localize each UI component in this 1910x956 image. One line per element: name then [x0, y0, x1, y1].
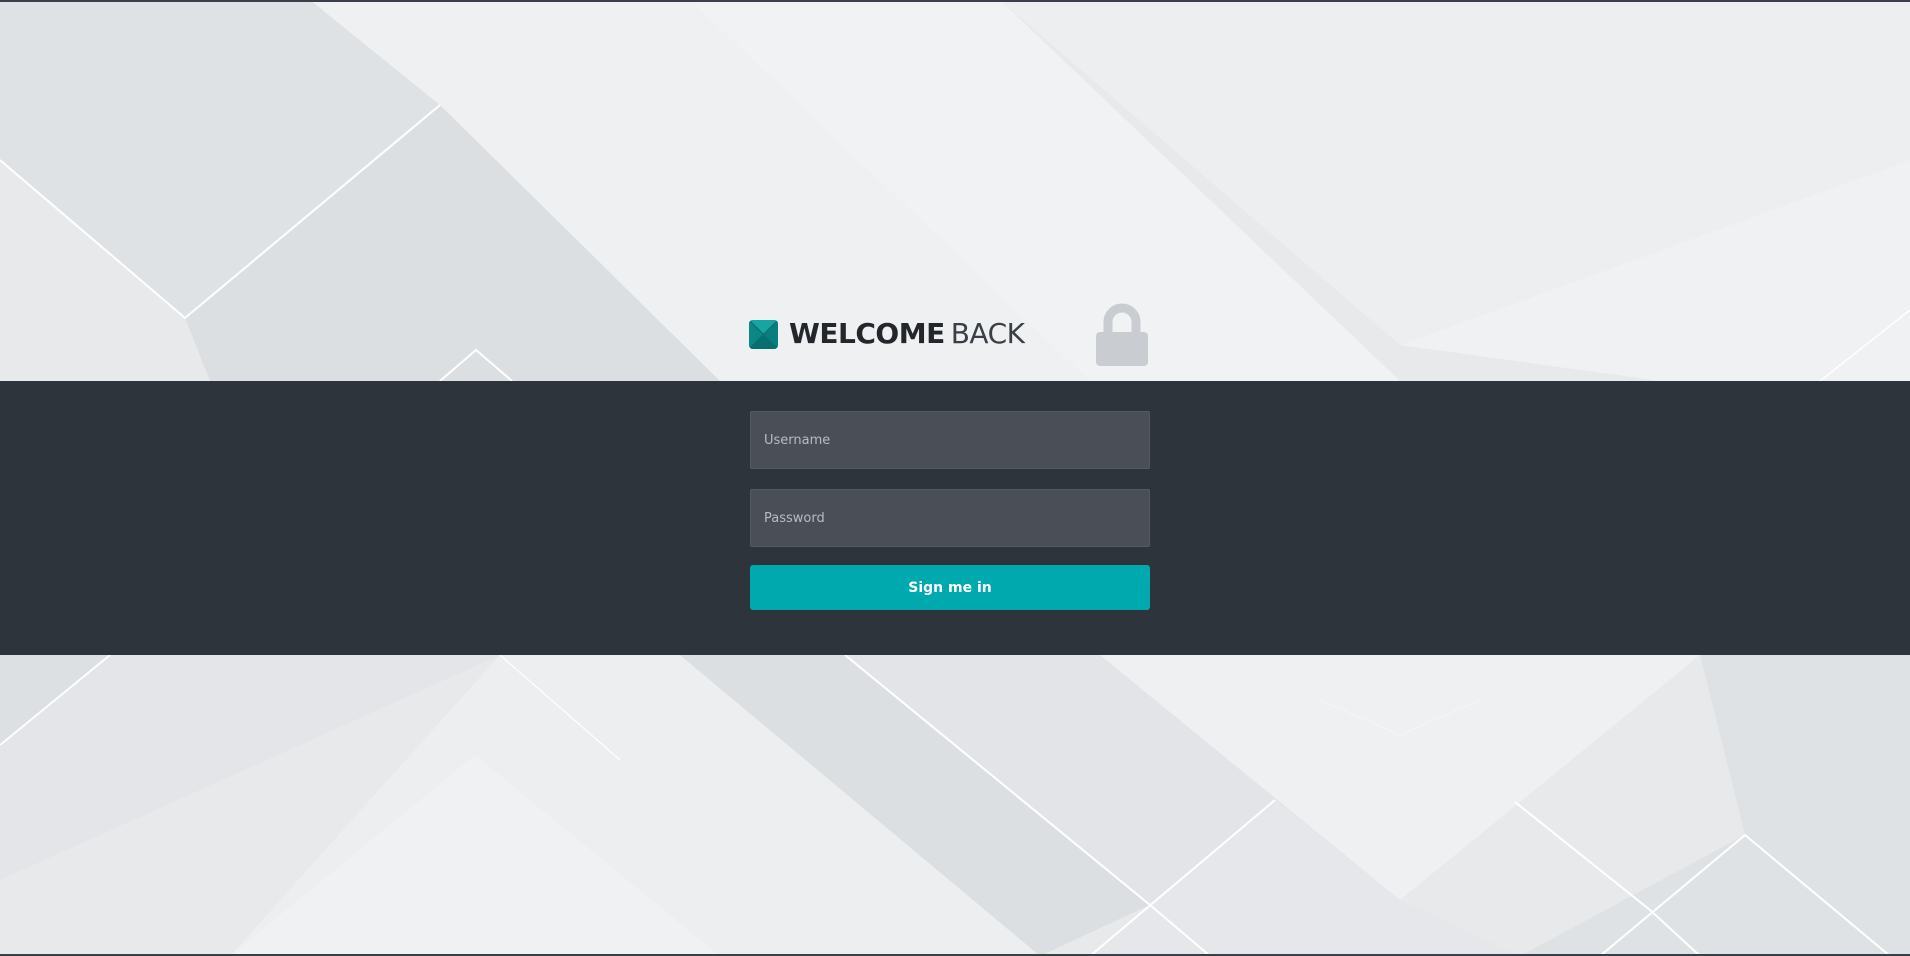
padlock-icon	[1092, 300, 1152, 370]
sign-in-button[interactable]: Sign me in	[750, 565, 1150, 610]
username-input[interactable]	[750, 411, 1150, 469]
teal-square-logo-icon	[749, 320, 778, 349]
top-border	[0, 0, 1910, 2]
title-bold: WELCOME	[789, 317, 945, 350]
page-title: WELCOME BACK	[789, 316, 1025, 352]
password-input[interactable]	[750, 489, 1150, 547]
login-header: WELCOME BACK	[749, 300, 1150, 381]
login-page: WELCOMEBACK Sign me in	[0, 0, 1910, 956]
login-form: Sign me in	[750, 411, 1150, 610]
title-light: BACK	[950, 317, 1025, 350]
